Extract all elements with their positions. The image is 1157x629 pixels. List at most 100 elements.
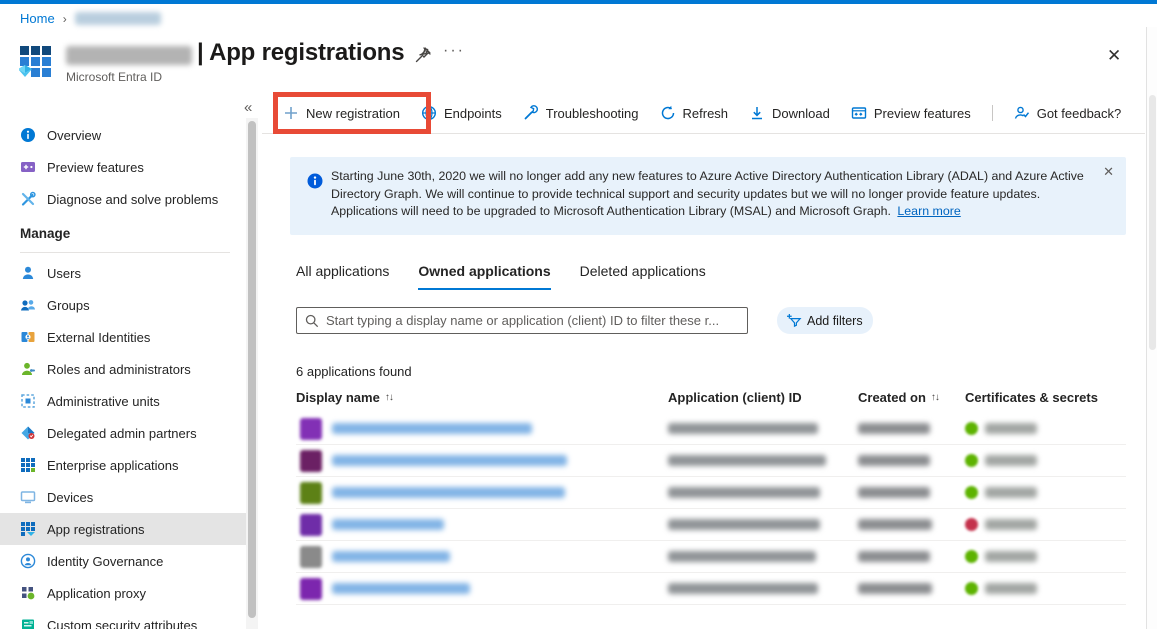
app-name-redacted[interactable] bbox=[332, 519, 444, 530]
status-label-redacted bbox=[985, 423, 1037, 434]
table-row[interactable] bbox=[296, 445, 1126, 477]
banner-close-icon[interactable]: ✕ bbox=[1103, 164, 1114, 180]
groups-icon bbox=[20, 297, 36, 313]
sidebar-item-label: Groups bbox=[47, 298, 90, 313]
preview-features-button[interactable]: Preview features bbox=[851, 105, 971, 121]
breadcrumb-tenant-redacted[interactable] bbox=[75, 12, 161, 25]
toolbar-underline bbox=[262, 133, 1145, 134]
sidebar-item-devices[interactable]: Devices bbox=[0, 481, 246, 513]
sidebar-scrollbar-thumb[interactable] bbox=[248, 121, 256, 618]
toolbar-divider bbox=[992, 105, 993, 121]
tab-all-applications[interactable]: All applications bbox=[296, 263, 389, 290]
custom-attributes-icon bbox=[20, 617, 36, 629]
status-label-redacted bbox=[985, 583, 1037, 594]
got-feedback-button[interactable]: Got feedback? bbox=[1014, 105, 1122, 121]
breadcrumb-home-link[interactable]: Home bbox=[20, 11, 55, 26]
table-row[interactable] bbox=[296, 573, 1126, 605]
sidebar-item-label: Enterprise applications bbox=[47, 458, 179, 473]
new-registration-label: New registration bbox=[306, 106, 400, 121]
endpoints-label: Endpoints bbox=[444, 106, 502, 121]
sidebar-item-external-identities[interactable]: External Identities bbox=[0, 321, 246, 353]
roles-icon bbox=[20, 361, 36, 377]
column-certificates-secrets[interactable]: Certificates & secrets bbox=[965, 390, 1098, 405]
banner-text: Starting June 30th, 2020 we will no long… bbox=[331, 168, 1096, 221]
created-on-redacted bbox=[858, 551, 930, 562]
add-filters-button[interactable]: Add filters bbox=[777, 307, 873, 334]
download-button[interactable]: Download bbox=[749, 105, 830, 121]
learn-more-link[interactable]: Learn more bbox=[897, 204, 960, 218]
sidebar-item-roles[interactable]: Roles and administrators bbox=[0, 353, 246, 385]
close-blade-icon[interactable]: ✕ bbox=[1103, 44, 1125, 68]
sidebar-item-delegated-admin[interactable]: Delegated admin partners bbox=[0, 417, 246, 449]
app-id-redacted bbox=[668, 519, 820, 530]
sidebar-scrollbar[interactable] bbox=[246, 118, 258, 629]
sidebar-item-preview-features[interactable]: Preview features bbox=[0, 151, 246, 183]
created-on-redacted bbox=[858, 487, 930, 498]
refresh-button[interactable]: Refresh bbox=[660, 105, 729, 121]
app-name-redacted[interactable] bbox=[332, 455, 567, 466]
wrench-icon bbox=[523, 105, 539, 121]
status-dot bbox=[965, 486, 978, 499]
download-icon bbox=[749, 105, 765, 121]
app-id-redacted bbox=[668, 551, 816, 562]
sidebar-item-label: External Identities bbox=[47, 330, 150, 345]
app-registrations-icon bbox=[20, 521, 36, 537]
sidebar-item-label: Devices bbox=[47, 490, 93, 505]
new-registration-button[interactable]: New registration bbox=[283, 105, 400, 121]
app-avatar bbox=[300, 482, 322, 504]
got-feedback-label: Got feedback? bbox=[1037, 106, 1122, 121]
app-name-redacted[interactable] bbox=[332, 487, 565, 498]
app-avatar bbox=[300, 546, 322, 568]
app-id-redacted bbox=[668, 583, 818, 594]
sidebar-item-application-proxy[interactable]: Application proxy bbox=[0, 577, 246, 609]
sidebar-item-admin-units[interactable]: Administrative units bbox=[0, 385, 246, 417]
table-header: Display name ↑↓ Application (client) ID … bbox=[296, 388, 1126, 413]
sidebar-collapse-icon[interactable]: « bbox=[244, 99, 252, 116]
content-scrollbar-thumb[interactable] bbox=[1149, 95, 1156, 350]
status-dot bbox=[965, 550, 978, 563]
column-display-name[interactable]: Display name ↑↓ bbox=[296, 390, 393, 405]
app-name-redacted[interactable] bbox=[332, 423, 532, 434]
pin-icon[interactable] bbox=[413, 45, 433, 65]
column-label: Application (client) ID bbox=[668, 390, 802, 405]
app-name-redacted[interactable] bbox=[332, 583, 470, 594]
app-proxy-icon bbox=[20, 585, 36, 601]
sidebar-item-label: Application proxy bbox=[47, 586, 146, 601]
delegated-admin-icon bbox=[20, 425, 36, 441]
table-row[interactable] bbox=[296, 477, 1126, 509]
content-scrollbar[interactable] bbox=[1146, 27, 1157, 629]
sidebar-item-users[interactable]: Users bbox=[0, 257, 246, 289]
endpoints-button[interactable]: Endpoints bbox=[421, 105, 502, 121]
app-name-redacted[interactable] bbox=[332, 551, 450, 562]
sidebar-item-label: Delegated admin partners bbox=[47, 426, 197, 441]
column-created-on[interactable]: Created on ↑↓ bbox=[858, 390, 939, 405]
table-row[interactable] bbox=[296, 509, 1126, 541]
sidebar-item-overview[interactable]: Overview bbox=[0, 119, 246, 151]
download-label: Download bbox=[772, 106, 830, 121]
column-application-id[interactable]: Application (client) ID bbox=[668, 390, 802, 405]
search-input[interactable]: Start typing a display name or applicati… bbox=[296, 307, 748, 334]
sidebar-item-identity-governance[interactable]: Identity Governance bbox=[0, 545, 246, 577]
portal-top-bar bbox=[0, 0, 1157, 4]
status-label-redacted bbox=[985, 519, 1037, 530]
sidebar-item-app-registrations[interactable]: App registrations bbox=[0, 513, 246, 545]
command-bar: New registration Endpoints Troubleshooti… bbox=[262, 93, 1142, 133]
more-options-icon[interactable]: ··· bbox=[443, 42, 465, 60]
table-row[interactable] bbox=[296, 413, 1126, 445]
troubleshooting-button[interactable]: Troubleshooting bbox=[523, 105, 639, 121]
sidebar-item-diagnose[interactable]: Diagnose and solve problems bbox=[0, 183, 246, 215]
tab-owned-applications[interactable]: Owned applications bbox=[418, 263, 550, 290]
created-on-redacted bbox=[858, 455, 930, 466]
sidebar: « Overview Preview features Diagnose and… bbox=[0, 95, 260, 629]
tab-deleted-applications[interactable]: Deleted applications bbox=[580, 263, 706, 290]
sidebar-item-label: Identity Governance bbox=[47, 554, 163, 569]
sort-icon[interactable]: ↑↓ bbox=[931, 392, 939, 403]
sidebar-item-groups[interactable]: Groups bbox=[0, 289, 246, 321]
sort-icon[interactable]: ↑↓ bbox=[385, 392, 393, 403]
troubleshooting-label: Troubleshooting bbox=[546, 106, 639, 121]
plus-icon bbox=[283, 105, 299, 121]
sidebar-item-enterprise-apps[interactable]: Enterprise applications bbox=[0, 449, 246, 481]
entra-id-logo bbox=[19, 43, 55, 79]
sidebar-item-custom-security-attributes[interactable]: Custom security attributes bbox=[0, 609, 246, 629]
table-row[interactable] bbox=[296, 541, 1126, 573]
